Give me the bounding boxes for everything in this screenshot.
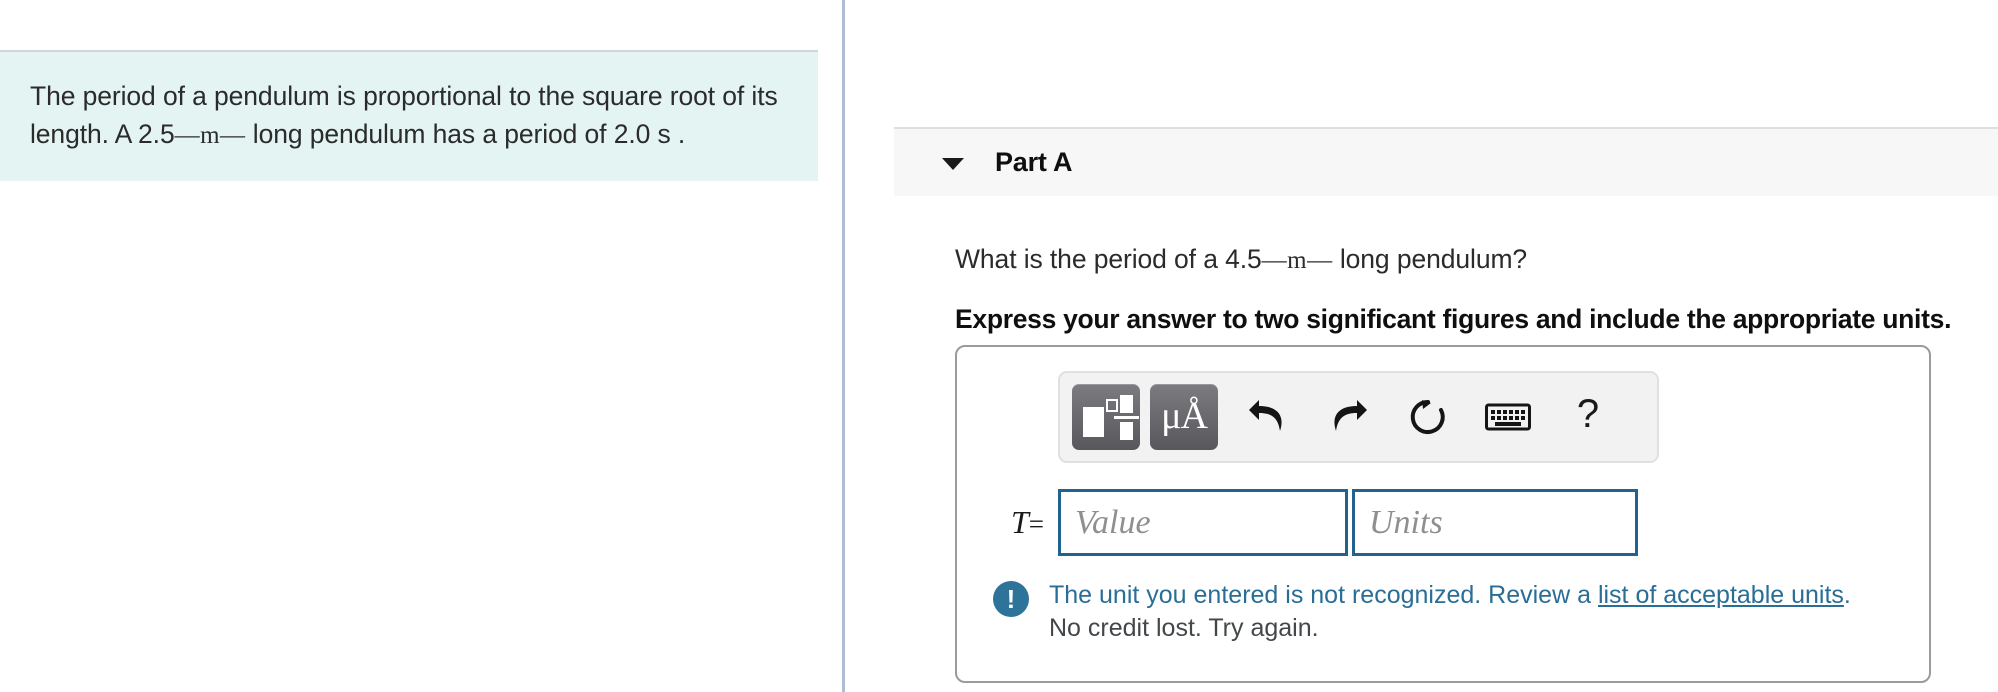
reset-button[interactable] bbox=[1388, 384, 1468, 450]
variable-label: T= bbox=[993, 504, 1058, 541]
help-button[interactable]: ? bbox=[1548, 384, 1628, 450]
problem-text-suffix: . bbox=[670, 118, 686, 149]
caret-down-icon[interactable] bbox=[942, 157, 964, 170]
problem-value-2: 2.0 s bbox=[613, 118, 671, 149]
question-instruction: Express your answer to two significant f… bbox=[955, 303, 1952, 334]
question-mark-icon: ? bbox=[1576, 392, 1600, 436]
feedback-message-part2: . bbox=[1843, 581, 1851, 609]
math-template-icon bbox=[1081, 394, 1139, 440]
value-input[interactable] bbox=[1058, 489, 1348, 556]
question-text-pre: What is the period of a bbox=[955, 244, 1226, 274]
problem-text-mid: long pendulum has a period of bbox=[245, 118, 614, 149]
math-toolbar: μÅ ? bbox=[1058, 371, 1659, 463]
undo-button[interactable] bbox=[1228, 384, 1308, 450]
redo-button[interactable] bbox=[1308, 384, 1388, 450]
answer-pane: Part A What is the period of a 4.5—m— lo… bbox=[845, 0, 1998, 692]
question-unit: —m— bbox=[1261, 247, 1333, 274]
feedback-message-part1: The unit you entered is not recognized. … bbox=[1049, 581, 1598, 609]
units-button[interactable]: μÅ bbox=[1150, 384, 1218, 450]
feedback-message: ! The unit you entered is not recognized… bbox=[993, 579, 1903, 646]
question-text-post: long pendulum? bbox=[1332, 244, 1528, 274]
math-template-button[interactable] bbox=[1072, 384, 1140, 450]
question-block: What is the period of a 4.5—m— long pend… bbox=[955, 242, 1998, 336]
micro-angstrom-icon: μÅ bbox=[1161, 394, 1208, 437]
error-exclamation-icon: ! bbox=[993, 581, 1029, 617]
part-a-label: Part A bbox=[995, 147, 1073, 177]
problem-page: The period of a pendulum is proportional… bbox=[0, 0, 1998, 692]
problem-value-1: 2.5 bbox=[138, 118, 175, 149]
keyboard-icon bbox=[1485, 401, 1531, 433]
variable-symbol: T bbox=[1010, 504, 1029, 540]
problem-unit-1: —m— bbox=[174, 121, 246, 149]
redo-arrow-icon bbox=[1327, 398, 1369, 436]
question-value: 4.5 bbox=[1225, 244, 1262, 274]
problem-statement-text: The period of a pendulum is proportional… bbox=[30, 78, 788, 153]
problem-statement-pane: The period of a pendulum is proportional… bbox=[0, 0, 842, 692]
answer-box: μÅ ? T= Value Units ! The unit you enter… bbox=[955, 345, 1931, 683]
answer-input-row: T= bbox=[993, 489, 1638, 556]
reset-circular-arrow-icon bbox=[1408, 397, 1448, 437]
problem-statement-box: The period of a pendulum is proportional… bbox=[0, 50, 818, 182]
feedback-text: The unit you entered is not recognized. … bbox=[1049, 579, 1851, 646]
units-input[interactable] bbox=[1352, 489, 1638, 556]
equals-sign: = bbox=[1028, 509, 1044, 539]
feedback-message-line2: No credit lost. Try again. bbox=[1049, 614, 1319, 643]
keyboard-button[interactable] bbox=[1468, 384, 1548, 450]
undo-arrow-icon bbox=[1247, 398, 1289, 436]
part-a-header[interactable]: Part A bbox=[894, 127, 1998, 196]
acceptable-units-link[interactable]: list of acceptable units bbox=[1598, 581, 1844, 609]
question-text: What is the period of a 4.5—m— long pend… bbox=[955, 242, 1998, 278]
